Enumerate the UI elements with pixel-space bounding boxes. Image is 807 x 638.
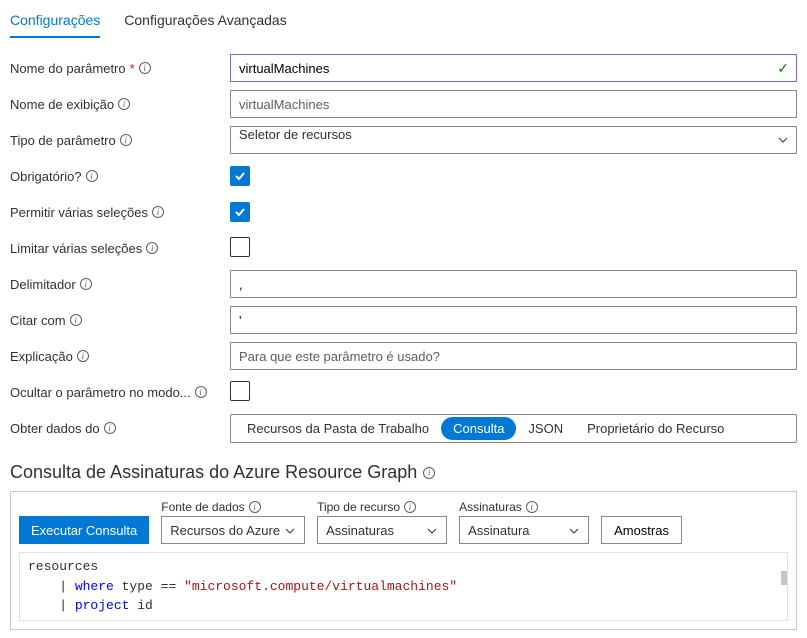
info-icon[interactable] [195,386,207,398]
pill-workbook-resources[interactable]: Recursos da Pasta de Trabalho [235,417,441,440]
tabs: Configurações Configurações Avançadas [10,8,797,38]
info-icon[interactable] [423,467,435,479]
label-quote-with: Citar com [10,313,230,328]
display-name-input[interactable] [230,90,797,118]
data-source-pills: Recursos da Pasta de Trabalho Consulta J… [230,414,797,443]
info-icon[interactable] [249,501,261,513]
quote-with-input[interactable] [230,306,797,334]
label-hide-in-mode: Ocultar o parâmetro no modo... [10,385,230,400]
info-icon[interactable] [70,314,82,326]
chevron-down-icon [568,525,580,540]
label-resource-type: Tipo de recurso [317,500,447,514]
info-icon[interactable] [404,501,416,513]
pill-query[interactable]: Consulta [441,417,516,440]
label-explanation: Explicação [10,349,230,364]
label-data-source: Fonte de dados [161,500,305,514]
label-required: Obrigatório? [10,169,230,184]
info-icon[interactable] [118,98,130,110]
info-icon[interactable] [80,278,92,290]
chevron-down-icon [284,525,296,540]
limit-multi-checkbox[interactable] [230,237,250,257]
label-param-type: Tipo de parâmetro [10,133,230,148]
tab-settings[interactable]: Configurações [10,8,100,38]
info-icon[interactable] [77,350,89,362]
info-icon[interactable] [86,170,98,182]
label-multi-select: Permitir várias seleções [10,205,230,220]
info-icon[interactable] [526,501,538,513]
info-icon[interactable] [152,206,164,218]
hide-in-mode-checkbox[interactable] [230,381,250,401]
multi-select-checkbox[interactable] [230,202,250,222]
param-name-input[interactable] [230,54,797,82]
label-subscriptions: Assinaturas [459,500,589,514]
param-type-select[interactable]: Seletor de recursos [230,126,797,154]
info-icon[interactable] [104,422,116,434]
required-checkbox[interactable] [230,166,250,186]
pill-json[interactable]: JSON [516,417,575,440]
label-display-name: Nome de exibição [10,97,230,112]
data-source-dropdown[interactable]: Recursos do Azure [161,516,305,544]
info-icon[interactable] [120,134,132,146]
subscriptions-dropdown[interactable]: Assinatura [459,516,589,544]
samples-button[interactable]: Amostras [601,516,682,544]
chevron-down-icon [426,525,438,540]
label-get-data-from: Obter dados do [10,421,230,436]
label-param-name: Nome do parâmetro* [10,61,230,76]
pill-resource-owner[interactable]: Proprietário do Recurso [575,417,736,440]
code-editor[interactable]: resources | where type == "microsoft.com… [19,552,788,621]
label-delimiter: Delimitador [10,277,230,292]
label-limit-multi: Limitar várias seleções [10,241,230,256]
query-section-title: Consulta de Assinaturas do Azure Resourc… [10,462,797,483]
explanation-input[interactable] [230,342,797,370]
scrollbar[interactable] [781,571,787,585]
info-icon[interactable] [139,62,151,74]
info-icon[interactable] [146,242,158,254]
resource-type-dropdown[interactable]: Assinaturas [317,516,447,544]
delimiter-input[interactable] [230,270,797,298]
tab-advanced[interactable]: Configurações Avançadas [124,8,286,38]
run-query-button[interactable]: Executar Consulta [19,516,149,544]
query-box: Executar Consulta Fonte de dados Recurso… [10,491,797,630]
